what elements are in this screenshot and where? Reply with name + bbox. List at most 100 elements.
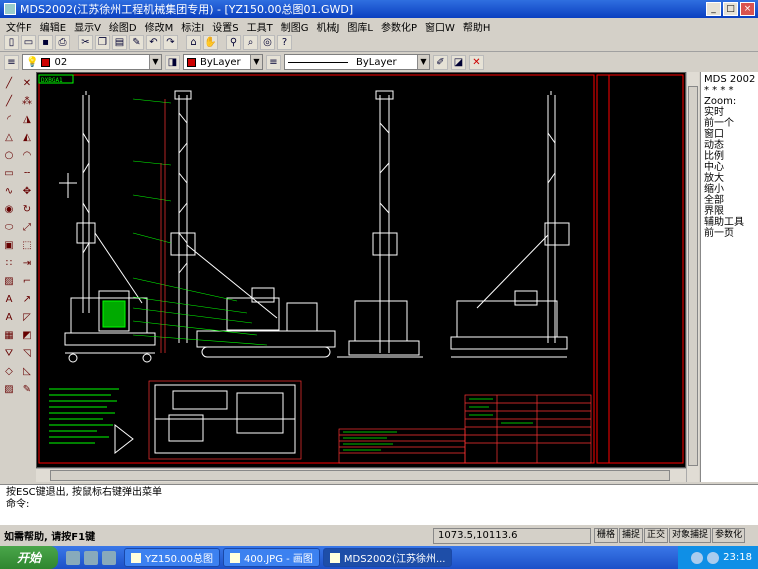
print-icon[interactable]: ⎙ <box>55 35 70 50</box>
zoom-realtime-icon[interactable]: ⚲ <box>226 35 241 50</box>
circle-tool-icon[interactable]: ○ <box>1 148 17 164</box>
polyline-tool-icon[interactable]: ╱ <box>1 94 17 110</box>
layer-select[interactable]: 💡 02 ▼ <box>22 54 162 70</box>
menu-file[interactable]: 文件F <box>2 19 36 34</box>
menu-tools[interactable]: 工具T <box>243 19 277 34</box>
triangle-tool-icon[interactable]: ◭ <box>19 130 35 146</box>
hatch-tool-icon[interactable]: ▨ <box>1 274 17 290</box>
menu-modify[interactable]: 修改M <box>141 19 178 34</box>
menu-settings[interactable]: 设置S <box>208 19 242 34</box>
task-mds[interactable]: MDS2002(江苏徐州... <box>322 548 453 567</box>
screen-menu-item[interactable]: MDS 2002 <box>704 74 755 85</box>
screen-menu-item[interactable]: 界限 <box>704 206 755 217</box>
help-icon[interactable]: ? <box>277 35 292 50</box>
horizontal-scroll-thumb[interactable] <box>50 470 670 481</box>
command-window[interactable]: 按ESC键退出, 按鼠标右键弹出菜单 命令: <box>0 484 758 524</box>
browser-icon[interactable] <box>84 550 98 565</box>
pan-icon[interactable]: ✋ <box>203 35 218 50</box>
chamfer-tool-icon[interactable]: ◸ <box>19 310 35 326</box>
network-icon[interactable] <box>691 551 704 564</box>
ellipse-tool-icon[interactable]: ⬭ <box>1 220 17 236</box>
osnap-toggle[interactable]: 对象捕捉 <box>669 528 712 543</box>
scale-tool-icon[interactable]: ⤢ <box>19 220 35 236</box>
screen-menu-item[interactable]: 全部 <box>704 195 755 206</box>
table-tool-icon[interactable]: ▦ <box>1 328 17 344</box>
wipeout-tool-icon[interactable]: ▨ <box>1 382 17 398</box>
arc-tool-icon[interactable]: ◜ <box>1 112 17 128</box>
make-current-layer-icon[interactable]: ◨ <box>165 54 180 70</box>
desktop-icon[interactable] <box>66 550 80 565</box>
offset-tool-icon[interactable]: ⁂ <box>19 94 35 110</box>
vertical-scroll-thumb[interactable] <box>688 86 698 466</box>
spline-tool-icon[interactable]: ∿ <box>1 184 17 200</box>
copy-icon[interactable]: ❐ <box>95 35 110 50</box>
array-tool-icon[interactable]: ◹ <box>19 346 35 362</box>
trim-tool-icon[interactable]: ╌ <box>19 166 35 182</box>
snap-toggle[interactable]: 捕捉 <box>619 528 644 543</box>
media-icon[interactable] <box>102 550 116 565</box>
screen-menu-item[interactable]: * * * * <box>704 85 755 96</box>
menu-window[interactable]: 窗口W <box>421 19 459 34</box>
move-tool-icon[interactable]: ✥ <box>19 184 35 200</box>
donut-tool-icon[interactable]: ◉ <box>1 202 17 218</box>
screen-menu-item[interactable]: 动态 <box>704 140 755 151</box>
start-button[interactable]: 开始 <box>0 546 58 569</box>
pencil-tool-icon[interactable]: ✎ <box>19 382 35 398</box>
text-tool-icon[interactable]: A <box>1 292 17 308</box>
undo-icon[interactable]: ↶ <box>146 35 161 50</box>
minimize-button[interactable]: _ <box>706 2 721 16</box>
parametric-toggle[interactable]: 参数化 <box>712 528 746 543</box>
menu-drafting[interactable]: 制图G <box>277 19 313 34</box>
screen-menu-item[interactable]: 放大 <box>704 173 755 184</box>
volume-icon[interactable] <box>707 551 720 564</box>
dimension-tool-icon[interactable]: ↗ <box>19 292 35 308</box>
vertical-scrollbar[interactable] <box>686 72 699 482</box>
zoom-window-icon[interactable]: ⌕ <box>243 35 258 50</box>
properties-icon[interactable]: ◪ <box>451 54 466 70</box>
insert-block-icon[interactable]: ⌂ <box>186 35 201 50</box>
erase-tool-icon[interactable]: ◇ <box>1 364 17 380</box>
command-input[interactable]: 命令: <box>6 499 752 511</box>
fillet-tool-icon[interactable]: ◠ <box>19 148 35 164</box>
cut-icon[interactable]: ✂ <box>78 35 93 50</box>
lineweight-icon[interactable]: ≡ <box>266 54 281 70</box>
menu-library[interactable]: 图库L <box>343 19 377 34</box>
linetype-select[interactable]: ByLayer ▼ <box>284 54 430 70</box>
redo-icon[interactable]: ↷ <box>163 35 178 50</box>
screen-menu-item[interactable]: 比例 <box>704 151 755 162</box>
mirror-tool-icon[interactable]: ◮ <box>19 112 35 128</box>
match-properties-icon[interactable]: ✎ <box>129 35 144 50</box>
grid-toggle[interactable]: 栅格 <box>594 528 619 543</box>
rectangle-tool-icon[interactable]: ▭ <box>1 166 17 182</box>
screen-menu-item[interactable]: 实时 <box>704 107 755 118</box>
break-tool-icon[interactable]: ⌐ <box>19 274 35 290</box>
construction-line-icon[interactable]: ✕ <box>19 76 35 92</box>
menu-draw[interactable]: 绘图D <box>105 19 141 34</box>
task-folder[interactable]: YZ150.00总图 <box>124 548 220 567</box>
screen-menu-item[interactable]: 辅助工具 <box>704 217 755 228</box>
menu-view[interactable]: 显示V <box>70 19 105 34</box>
menu-dimension[interactable]: 标注I <box>177 19 208 34</box>
drawing-canvas[interactable]: DXBGA1 <box>36 72 686 468</box>
screen-menu-item[interactable]: 窗口 <box>704 129 755 140</box>
extend-tool-icon[interactable]: ⇥ <box>19 256 35 272</box>
polygon-tool-icon[interactable]: △ <box>1 130 17 146</box>
new-file-icon[interactable]: ▯ <box>4 35 19 50</box>
corner-tool-icon[interactable]: ◺ <box>19 364 35 380</box>
point-tool-icon[interactable]: ∷ <box>1 256 17 272</box>
menu-help[interactable]: 帮助H <box>459 19 495 34</box>
save-icon[interactable]: ▪ <box>38 35 53 50</box>
close-button[interactable]: × <box>740 2 755 16</box>
screen-menu-item[interactable]: 中心 <box>704 162 755 173</box>
delete-icon[interactable]: ✕ <box>469 54 484 70</box>
horizontal-scrollbar[interactable] <box>36 468 686 482</box>
screen-menu-item[interactable]: 前一页 <box>704 228 755 239</box>
screen-menu-item[interactable]: 前一个 <box>704 118 755 129</box>
brush-icon[interactable]: ✐ <box>433 54 448 70</box>
task-paint[interactable]: 400.JPG - 画图 <box>222 548 320 567</box>
open-file-icon[interactable]: ▭ <box>21 35 36 50</box>
zoom-previous-icon[interactable]: ◎ <box>260 35 275 50</box>
mtext-tool-icon[interactable]: A <box>1 310 17 326</box>
block-tool-icon[interactable]: ▣ <box>1 238 17 254</box>
stretch-tool-icon[interactable]: ⬚ <box>19 238 35 254</box>
